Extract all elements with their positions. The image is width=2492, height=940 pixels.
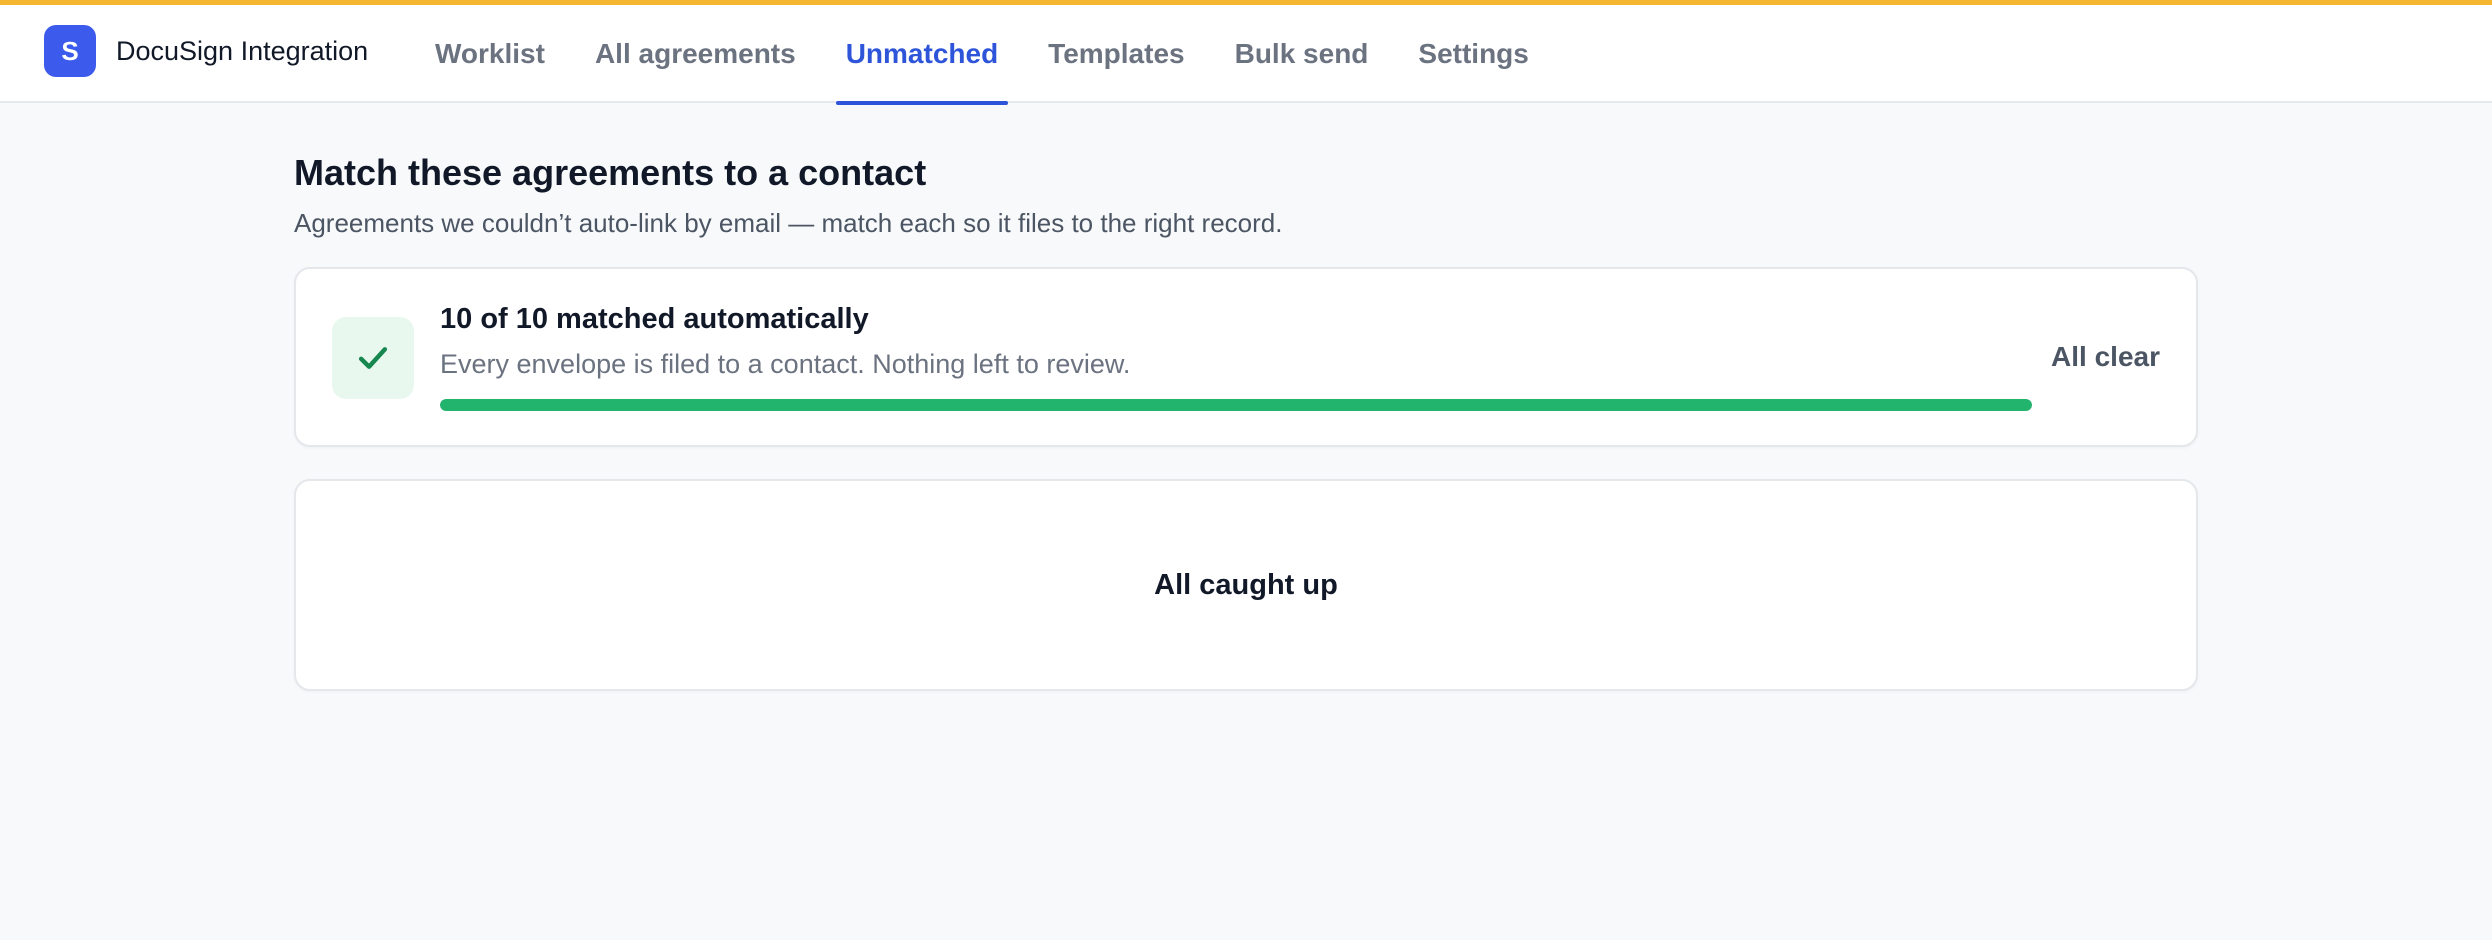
tab-unmatched[interactable]: Unmatched bbox=[821, 5, 1023, 105]
check-icon bbox=[332, 317, 414, 399]
match-status-description: Every envelope is filed to a contact. No… bbox=[440, 349, 1131, 379]
tab-settings[interactable]: Settings bbox=[1393, 5, 1553, 103]
page-title: Match these agreements to a contact bbox=[294, 152, 927, 193]
main-nav: Worklist All agreements Unmatched Templa… bbox=[410, 5, 1554, 105]
app-name: DocuSign Integration bbox=[116, 35, 369, 66]
status-badge: All clear bbox=[2051, 341, 2160, 372]
tab-bulk-send[interactable]: Bulk send bbox=[1210, 5, 1394, 103]
page-subtitle: Agreements we couldn’t auto-link by emai… bbox=[294, 208, 1283, 238]
tab-templates[interactable]: Templates bbox=[1023, 5, 1209, 103]
tab-all-agreements[interactable]: All agreements bbox=[570, 5, 821, 103]
match-status-card: 10 of 10 matched automatically Every env… bbox=[294, 267, 2198, 447]
brand[interactable]: S DocuSign Integration bbox=[44, 25, 368, 77]
match-progress-bar bbox=[440, 399, 2032, 411]
empty-state-card: All caught up bbox=[294, 479, 2198, 691]
brand-logo: S bbox=[44, 25, 96, 77]
empty-state-title: All caught up bbox=[1154, 568, 1338, 601]
main-content: Match these agreements to a contact Agre… bbox=[294, 103, 2198, 691]
tab-worklist[interactable]: Worklist bbox=[410, 5, 570, 103]
match-progress-fill bbox=[440, 399, 2032, 411]
match-status-title: 10 of 10 matched automatically bbox=[440, 303, 869, 335]
top-navigation-bar: S DocuSign Integration Worklist All agre… bbox=[0, 5, 2492, 105]
